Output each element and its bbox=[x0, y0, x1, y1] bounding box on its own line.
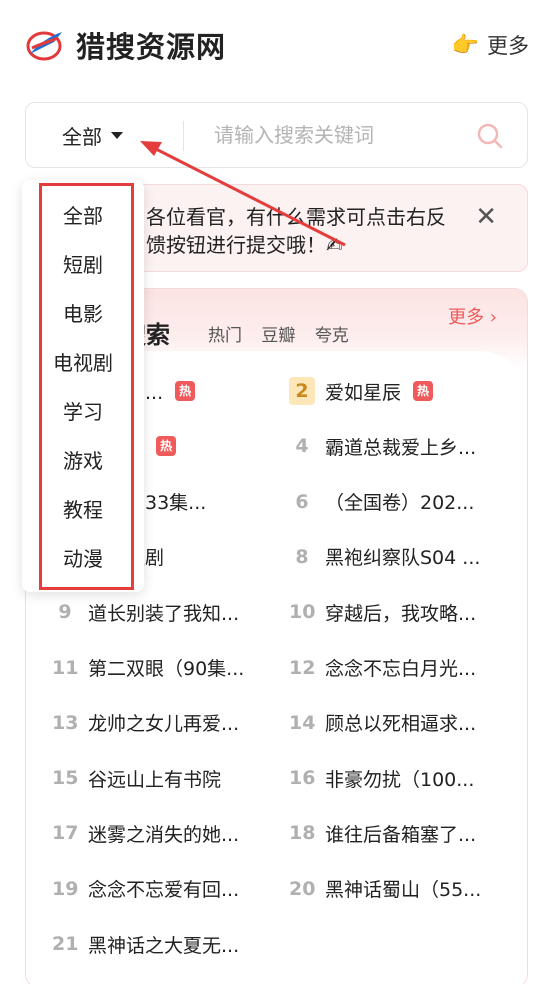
rank-number: 11 bbox=[52, 656, 79, 679]
rank-title: 念念不忘爱有回... bbox=[88, 879, 240, 902]
rank-title: 霸道总裁爱上乡... bbox=[325, 436, 477, 459]
hot-more-link[interactable]: 更多 › bbox=[448, 303, 497, 329]
close-icon[interactable]: ✕ bbox=[475, 203, 497, 231]
rank-number: 12 bbox=[289, 656, 316, 679]
highlight-box bbox=[39, 183, 134, 590]
rank-title: 黑神话之大夏无... bbox=[88, 934, 240, 957]
hot-list-item[interactable]: 20 黑神话蜀山（55... bbox=[289, 874, 481, 904]
rank-number: 16 bbox=[289, 767, 316, 790]
search-input[interactable] bbox=[214, 117, 474, 153]
category-select[interactable]: 全部 bbox=[62, 121, 123, 150]
rank-number: 10 bbox=[289, 601, 316, 624]
hot-list-item[interactable]: 9 道长别装了我知... bbox=[52, 597, 239, 627]
pointing-hand-icon: 👉 bbox=[451, 32, 479, 58]
dropdown-option-movie[interactable]: 电影 bbox=[22, 298, 144, 327]
rank-title: 爱如星辰 bbox=[325, 381, 402, 404]
header: 猎搜资源网 👉 更多 bbox=[0, 0, 553, 90]
hot-list-item[interactable]: 13 龙帅之女儿再爱... bbox=[52, 708, 239, 738]
hot-list-item[interactable]: 6 （全国卷）202... bbox=[289, 487, 474, 517]
rank-number: 9 bbox=[58, 601, 72, 624]
rank-title: 念念不忘白月光... bbox=[325, 658, 477, 680]
rank-title: 第二双眼（90集... bbox=[88, 658, 245, 680]
hot-list-item[interactable]: 14 顾总以死相逼求... bbox=[289, 708, 476, 738]
search-bar: 全部 bbox=[25, 102, 528, 168]
site-logo-icon[interactable] bbox=[24, 26, 64, 62]
category-select-label: 全部 bbox=[62, 125, 102, 149]
caret-down-icon bbox=[111, 132, 123, 139]
hot-list-item[interactable]: 4 霸道总裁爱上乡... bbox=[289, 431, 476, 461]
rank-number: 6 bbox=[295, 490, 309, 513]
dropdown-option-tutorial[interactable]: 教程 bbox=[22, 494, 144, 523]
rank-number: 21 bbox=[52, 933, 79, 955]
hot-list-item[interactable]: 21 黑神话之大夏无... bbox=[52, 929, 239, 959]
hot-list-item[interactable]: 12 念念不忘白月光... bbox=[289, 653, 476, 683]
hot-badge: 热 bbox=[156, 436, 177, 457]
rank-number: 2 bbox=[289, 377, 315, 405]
hot-list-item[interactable]: 16 非豪勿扰（100... bbox=[289, 763, 474, 793]
rank-title: 顾总以死相逼求... bbox=[325, 713, 477, 736]
search-icon[interactable] bbox=[475, 121, 505, 151]
rank-number: 18 bbox=[289, 822, 316, 845]
dropdown-option-game[interactable]: 游戏 bbox=[22, 445, 144, 474]
rank-title: 黑袍纠察队S04 ... bbox=[325, 547, 481, 570]
site-title[interactable]: 猎搜资源网 bbox=[76, 24, 226, 66]
hot-list-item[interactable]: 18 谁往后备箱塞了... bbox=[289, 818, 476, 848]
rank-number: 20 bbox=[289, 877, 316, 900]
rank-title: 龙帅之女儿再爱... bbox=[88, 713, 240, 736]
category-dropdown-menu: 全部 短剧 电影 电视剧 学习 游戏 教程 动漫 bbox=[22, 180, 144, 592]
rank-number: 19 bbox=[52, 877, 79, 900]
hot-badge: 热 bbox=[175, 381, 196, 401]
hot-list-item[interactable]: 8 黑袍纠察队S04 ... bbox=[289, 542, 480, 572]
hot-list-item[interactable]: 2 爱如星辰热 bbox=[289, 376, 434, 406]
dropdown-option-all[interactable]: 全部 bbox=[22, 200, 144, 229]
rank-number: 8 bbox=[295, 545, 309, 568]
rank-title: 谁往后备箱塞了... bbox=[325, 823, 477, 846]
hot-list-item[interactable]: 19 念念不忘爱有回... bbox=[52, 874, 239, 904]
rank-title: 穿越后，我攻略... bbox=[325, 602, 477, 625]
rank-number: 17 bbox=[52, 822, 79, 845]
rank-title: 黑神话蜀山（55... bbox=[325, 879, 482, 902]
rank-title: 谷远山上有书院 bbox=[88, 768, 222, 791]
rank-number: 14 bbox=[289, 711, 316, 734]
rank-title: 迷雾之消失的她... bbox=[88, 823, 240, 846]
rank-number: 4 bbox=[295, 435, 309, 458]
hot-badge: 热 bbox=[413, 381, 434, 401]
tab-douban[interactable]: 豆瓣 bbox=[261, 326, 295, 346]
dropdown-option-study[interactable]: 学习 bbox=[22, 396, 144, 425]
rank-number: 13 bbox=[52, 711, 79, 734]
hot-list-item[interactable]: 15 谷远山上有书院 bbox=[52, 763, 221, 793]
hot-list-item[interactable]: 17 迷雾之消失的她... bbox=[52, 818, 239, 848]
notice-text: 各位看官，有什么需求可点击右反馈按钮进行提交哦！✍ bbox=[146, 205, 446, 257]
tab-hot[interactable]: 热门 bbox=[208, 326, 242, 346]
tab-quark[interactable]: 夸克 bbox=[315, 326, 349, 346]
rank-title: （全国卷）202... bbox=[325, 492, 475, 515]
rank-title: 非豪勿扰（100... bbox=[325, 768, 475, 791]
rank-title: 道长别装了我知... bbox=[88, 602, 240, 625]
dropdown-option-short-drama[interactable]: 短剧 bbox=[22, 249, 144, 278]
hot-list-item[interactable]: 11 第二双眼（90集... bbox=[52, 653, 244, 683]
dropdown-option-anime[interactable]: 动漫 bbox=[22, 543, 144, 572]
dropdown-option-tv[interactable]: 电视剧 bbox=[22, 347, 144, 376]
hot-panel-tabs: 热门 豆瓣 夸克 bbox=[208, 321, 363, 346]
more-button[interactable]: 👉 更多 bbox=[452, 30, 529, 60]
hot-list-item[interactable]: 10 穿越后，我攻略... bbox=[289, 597, 476, 627]
search-divider bbox=[183, 121, 184, 151]
rank-number: 15 bbox=[52, 767, 79, 790]
more-button-label: 更多 bbox=[487, 34, 529, 58]
